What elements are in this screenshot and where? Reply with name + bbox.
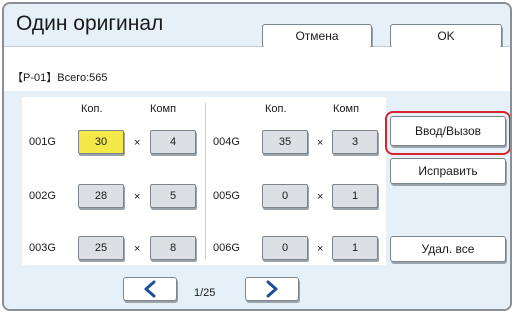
prev-page-button[interactable] bbox=[123, 277, 177, 301]
group-label-006g: 006G bbox=[213, 242, 240, 254]
page-title: Один оригинал bbox=[16, 12, 164, 35]
group-label-002g: 002G bbox=[29, 190, 56, 202]
sets-header-left: Комп bbox=[150, 103, 177, 115]
multiply-sign: × bbox=[134, 243, 141, 255]
copies-field-004g[interactable]: 35 bbox=[262, 130, 308, 154]
multiply-sign: × bbox=[317, 243, 324, 255]
copies-header-right: Коп. bbox=[265, 103, 287, 115]
multiply-sign: × bbox=[134, 191, 141, 203]
copies-field-001g[interactable]: 30 bbox=[78, 130, 124, 154]
header-bar: Один оригинал Отмена OK bbox=[4, 4, 510, 48]
sets-header-right: Комп bbox=[333, 103, 360, 115]
cancel-button[interactable]: Отмена bbox=[262, 24, 372, 48]
sets-field-001g[interactable]: 4 bbox=[150, 130, 196, 154]
multiply-sign: × bbox=[134, 137, 141, 149]
sets-field-005g[interactable]: 1 bbox=[332, 184, 378, 208]
edit-button[interactable]: Исправить bbox=[390, 158, 506, 184]
total-count-info: 【P-01】Всего:565 bbox=[12, 72, 108, 84]
ok-button[interactable]: OK bbox=[390, 24, 502, 48]
sets-field-004g[interactable]: 3 bbox=[332, 130, 378, 154]
next-page-button[interactable] bbox=[245, 277, 299, 301]
column-divider bbox=[205, 103, 206, 259]
screen: Один оригинал Отмена OK 【P-01】Всего:565 … bbox=[2, 2, 512, 311]
sets-field-002g[interactable]: 5 bbox=[150, 184, 196, 208]
multiply-sign: × bbox=[317, 137, 324, 149]
sets-field-003g[interactable]: 8 bbox=[150, 236, 196, 260]
multiply-sign: × bbox=[317, 191, 324, 203]
page-indicator: 1/25 bbox=[194, 287, 216, 299]
group-label-003g: 003G bbox=[29, 242, 56, 254]
chevron-right-icon bbox=[266, 280, 278, 298]
copies-header-left: Коп. bbox=[81, 103, 103, 115]
info-bar: 【P-01】Всего:565 bbox=[4, 47, 510, 91]
copies-field-003g[interactable]: 25 bbox=[78, 236, 124, 260]
chevron-left-icon bbox=[144, 280, 156, 298]
delete-all-button[interactable]: Удал. все bbox=[390, 236, 506, 262]
copies-field-002g[interactable]: 28 bbox=[78, 184, 124, 208]
group-grid: Коп. Комп Коп. Комп 001G 30 × 4 002G 28 … bbox=[22, 97, 386, 265]
group-label-001g: 001G bbox=[29, 136, 56, 148]
highlight-frame bbox=[385, 111, 510, 155]
copies-field-005g[interactable]: 0 bbox=[262, 184, 308, 208]
group-label-004g: 004G bbox=[213, 136, 240, 148]
group-label-005g: 005G bbox=[213, 190, 240, 202]
sets-field-006g[interactable]: 1 bbox=[332, 236, 378, 260]
copies-field-006g[interactable]: 0 bbox=[262, 236, 308, 260]
